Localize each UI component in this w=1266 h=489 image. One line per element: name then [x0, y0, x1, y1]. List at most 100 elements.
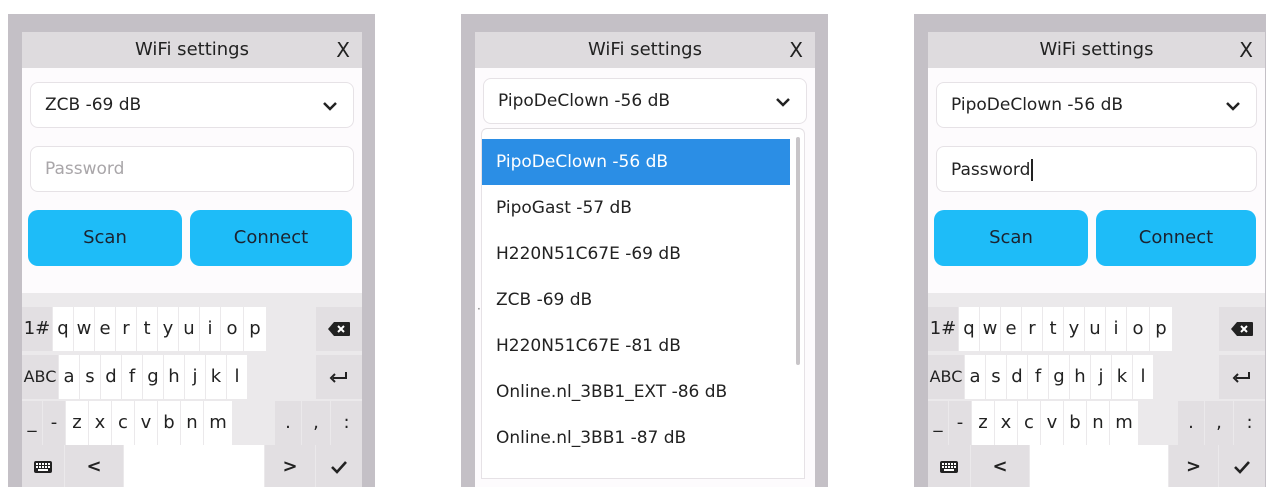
key-period[interactable]: . — [1178, 401, 1204, 445]
close-button[interactable]: X — [789, 38, 803, 62]
key-s[interactable]: s — [986, 355, 1006, 399]
key-v[interactable]: v — [1041, 401, 1063, 445]
network-dropdown[interactable]: PipoDeClown -56 dB — [936, 82, 1257, 128]
key-b[interactable]: b — [158, 401, 180, 445]
connect-button[interactable]: Connect — [190, 210, 352, 266]
key-numeric[interactable]: 1# — [22, 307, 52, 351]
key-l[interactable]: l — [1133, 355, 1153, 399]
key-f[interactable]: f — [122, 355, 142, 399]
key-x[interactable]: x — [995, 401, 1017, 445]
key-keyboard-toggle[interactable] — [928, 445, 970, 487]
key-colon[interactable]: : — [1234, 401, 1265, 445]
key-x[interactable]: x — [89, 401, 111, 445]
close-button[interactable]: X — [1239, 38, 1253, 62]
key-enter[interactable] — [316, 355, 362, 399]
key-d[interactable]: d — [1007, 355, 1027, 399]
network-options-list[interactable]: PipoDeClown -56 dB PipoGast -57 dB H220N… — [481, 128, 805, 479]
key-left[interactable]: < — [65, 445, 123, 487]
key-n[interactable]: n — [181, 401, 203, 445]
password-field[interactable]: Password — [30, 146, 354, 192]
key-enter[interactable] — [1219, 355, 1265, 399]
key-j[interactable]: j — [1091, 355, 1111, 399]
password-field[interactable]: Password — [936, 146, 1257, 192]
key-ok[interactable] — [1219, 445, 1265, 487]
key-e[interactable]: e — [95, 307, 115, 351]
key-p[interactable]: p — [244, 307, 266, 351]
network-dropdown[interactable]: ZCB -69 dB — [30, 82, 354, 128]
key-m[interactable]: m — [1110, 401, 1138, 445]
key-g[interactable]: g — [1049, 355, 1069, 399]
key-backspace[interactable] — [316, 307, 362, 351]
key-right[interactable]: > — [265, 445, 315, 487]
key-space[interactable] — [124, 445, 264, 487]
key-w[interactable]: w — [74, 307, 94, 351]
key-m[interactable]: m — [204, 401, 232, 445]
key-c[interactable]: c — [112, 401, 134, 445]
close-button[interactable]: X — [336, 38, 350, 62]
key-l[interactable]: l — [227, 355, 247, 399]
network-option[interactable]: H220N51C67E -69 dB — [482, 231, 790, 277]
key-t[interactable]: t — [137, 307, 157, 351]
key-z[interactable]: z — [972, 401, 994, 445]
key-j[interactable]: j — [185, 355, 205, 399]
network-option[interactable]: H220N51C67E -81 dB — [482, 323, 790, 369]
key-h[interactable]: h — [164, 355, 184, 399]
key-y[interactable]: y — [1064, 307, 1084, 351]
key-abc[interactable]: ABC — [22, 355, 58, 399]
key-t[interactable]: t — [1043, 307, 1063, 351]
key-d[interactable]: d — [101, 355, 121, 399]
key-a[interactable]: a — [965, 355, 985, 399]
key-g[interactable]: g — [143, 355, 163, 399]
key-colon[interactable]: : — [331, 401, 362, 445]
key-z[interactable]: z — [66, 401, 88, 445]
key-w[interactable]: w — [980, 307, 1000, 351]
list-scrollbar[interactable] — [796, 137, 800, 365]
scan-button[interactable]: Scan — [934, 210, 1088, 266]
scan-button[interactable]: Scan — [28, 210, 182, 266]
key-s[interactable]: s — [80, 355, 100, 399]
key-ok[interactable] — [316, 445, 362, 487]
key-left[interactable]: < — [971, 445, 1029, 487]
key-o[interactable]: o — [1127, 307, 1149, 351]
network-option[interactable]: PipoGast -57 dB — [482, 185, 790, 231]
key-y[interactable]: y — [158, 307, 178, 351]
key-u[interactable]: u — [179, 307, 199, 351]
key-i[interactable]: i — [1106, 307, 1126, 351]
key-space[interactable] — [1030, 445, 1168, 487]
key-underscore[interactable]: _ — [928, 401, 948, 445]
network-option-selected[interactable]: PipoDeClown -56 dB — [482, 139, 790, 185]
key-numeric[interactable]: 1# — [928, 307, 958, 351]
key-b[interactable]: b — [1064, 401, 1086, 445]
connect-button[interactable]: Connect — [1096, 210, 1256, 266]
network-dropdown[interactable]: PipoDeClown -56 dB — [483, 78, 807, 124]
key-comma[interactable]: , — [302, 401, 330, 445]
key-n[interactable]: n — [1087, 401, 1109, 445]
network-option[interactable]: Online.nl_3BB1 -87 dB — [482, 415, 790, 461]
key-c[interactable]: c — [1018, 401, 1040, 445]
key-keyboard-toggle[interactable] — [22, 445, 64, 487]
key-backspace[interactable] — [1219, 307, 1265, 351]
key-k[interactable]: k — [1112, 355, 1132, 399]
key-e[interactable]: e — [1001, 307, 1021, 351]
network-option[interactable]: Online.nl_3BB1_EXT -86 dB — [482, 369, 790, 415]
key-f[interactable]: f — [1028, 355, 1048, 399]
key-period[interactable]: . — [275, 401, 301, 445]
key-h[interactable]: h — [1070, 355, 1090, 399]
key-v[interactable]: v — [135, 401, 157, 445]
key-i[interactable]: i — [200, 307, 220, 351]
key-p[interactable]: p — [1150, 307, 1172, 351]
key-q[interactable]: q — [53, 307, 73, 351]
key-abc[interactable]: ABC — [928, 355, 964, 399]
key-o[interactable]: o — [221, 307, 243, 351]
key-r[interactable]: r — [1022, 307, 1042, 351]
key-dash[interactable]: - — [43, 401, 65, 445]
key-q[interactable]: q — [959, 307, 979, 351]
key-u[interactable]: u — [1085, 307, 1105, 351]
key-k[interactable]: k — [206, 355, 226, 399]
key-underscore[interactable]: _ — [22, 401, 42, 445]
key-a[interactable]: a — [59, 355, 79, 399]
key-right[interactable]: > — [1169, 445, 1218, 487]
key-dash[interactable]: - — [949, 401, 971, 445]
network-option[interactable]: ZCB -69 dB — [482, 277, 790, 323]
key-r[interactable]: r — [116, 307, 136, 351]
